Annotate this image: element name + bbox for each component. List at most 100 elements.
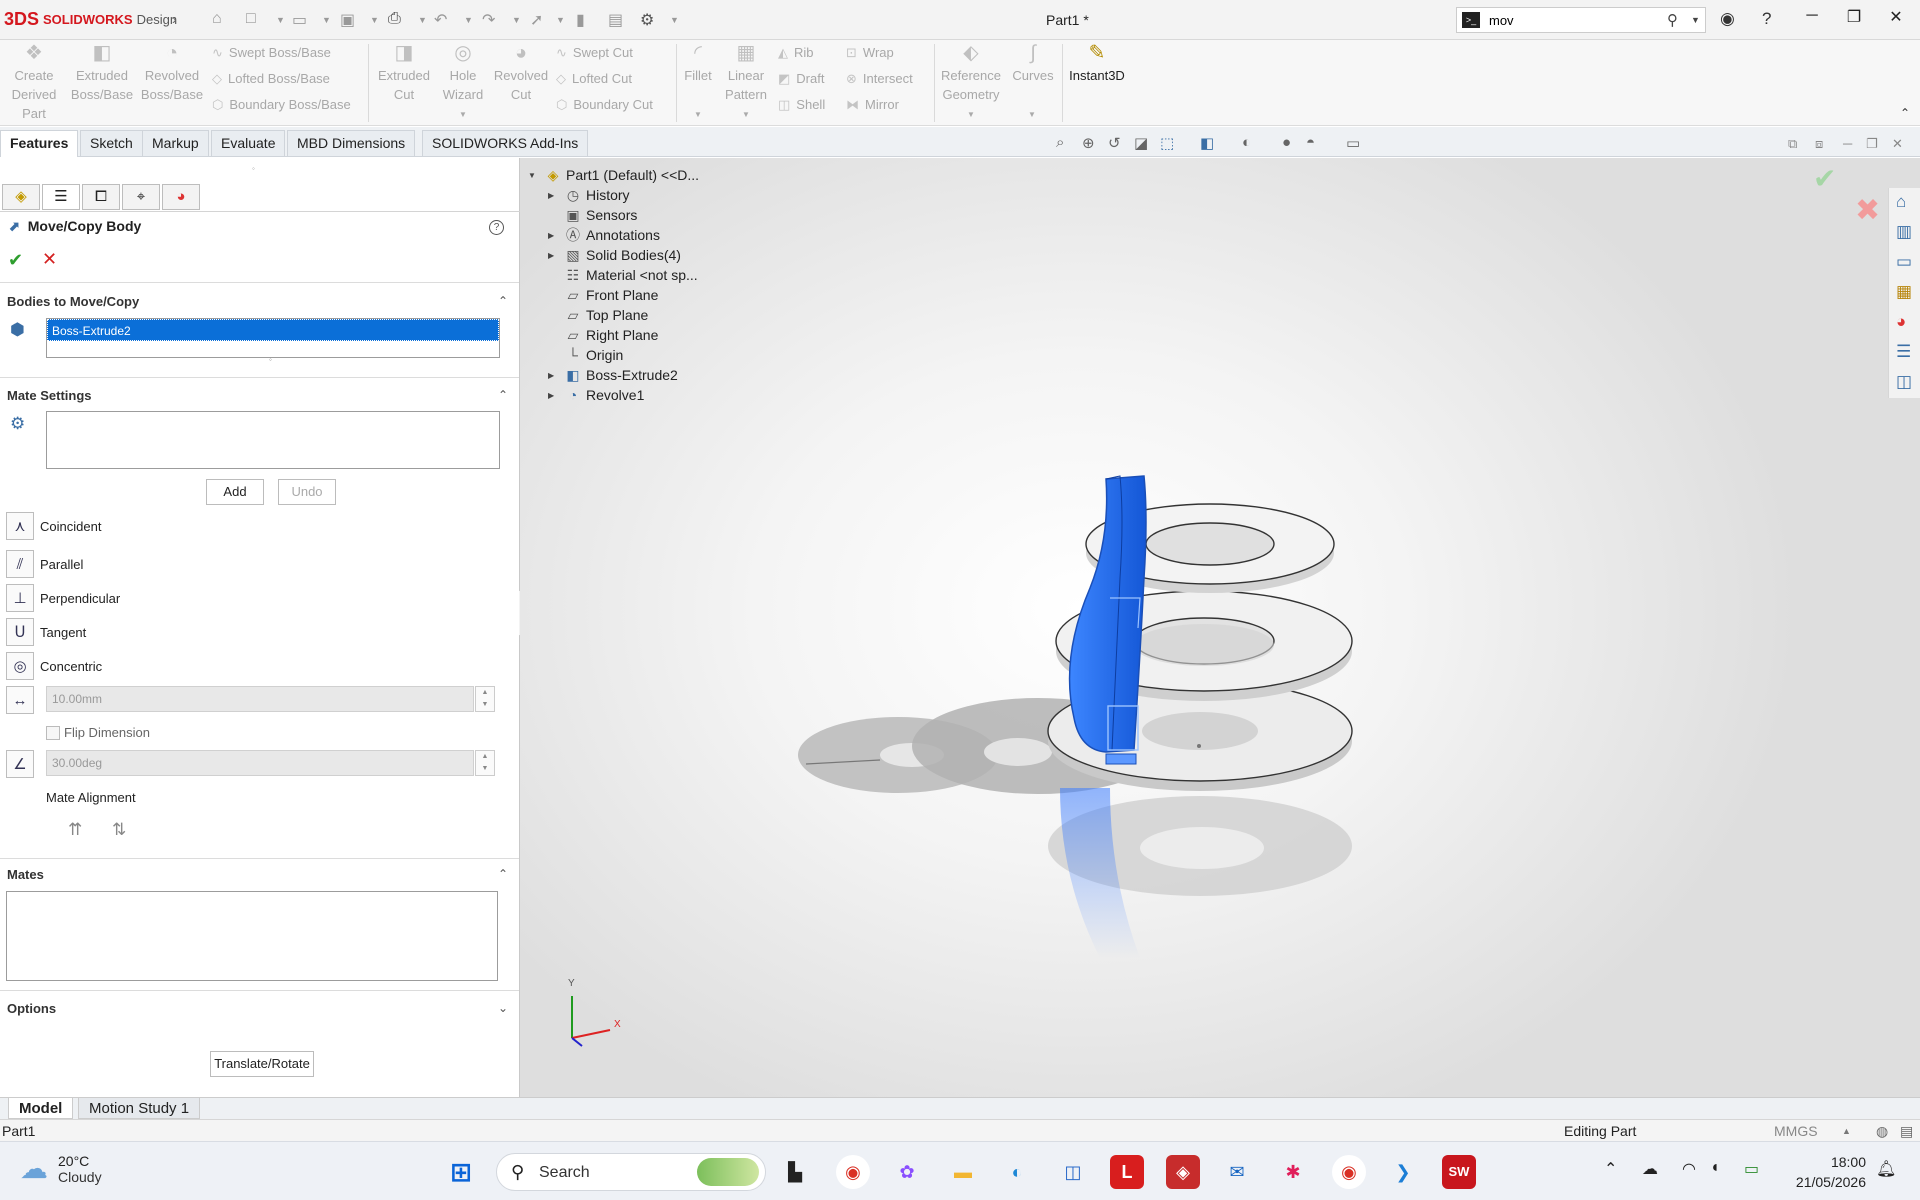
add-mate-button[interactable]: Add [206, 479, 264, 505]
mate-perpendicular[interactable]: ⊥ Perpendicular [6, 584, 120, 612]
design-library-icon[interactable]: ▥ [1896, 222, 1912, 242]
redo-icon[interactable]: ↷ [482, 10, 495, 30]
hide-show-icon[interactable]: ◐ [1242, 134, 1251, 151]
tree-node-history[interactable]: ▶ ◷ History [548, 184, 630, 206]
shell-button[interactable]: ◫ Shell [778, 97, 825, 113]
property-manager-tab-icon[interactable]: ☰ [42, 184, 80, 210]
notifications-bell-icon[interactable]: 🔔︎ [1876, 1159, 1896, 1179]
angle-spinner[interactable]: ▲ ▼ [475, 750, 495, 776]
tree-node-boss-extrude2[interactable]: ▶ ◧ Boss-Extrude2 [548, 364, 678, 386]
appearances-icon[interactable]: ◕ [1896, 312, 1906, 332]
options-expand-icon[interactable]: ⌄ [498, 1001, 508, 1015]
viewport-minimize-icon[interactable]: ─ [1843, 136, 1852, 151]
aligned-icon[interactable]: ⇈ [68, 820, 82, 840]
tree-node-top-plane[interactable]: ▱ Top Plane [548, 304, 649, 326]
list-resize-grip-icon[interactable]: ◦ [269, 355, 272, 364]
viewport-tile-icon[interactable]: ⧉ [1788, 136, 1797, 152]
wifi-icon[interactable]: ◠ [1682, 1159, 1696, 1179]
onedrive-offline-icon[interactable]: ☁ [1642, 1159, 1658, 1179]
tab-model[interactable]: Model [8, 1098, 74, 1119]
revolved-cut-button[interactable]: ◕ Revolved Cut [490, 43, 552, 104]
chrome-profile-icon[interactable]: ◉ [1332, 1155, 1366, 1189]
mates-collapse-icon[interactable]: ⌃ [498, 867, 508, 881]
status-units[interactable]: MMGS [1774, 1123, 1818, 1139]
feature-manager-tab-icon[interactable]: ◈ [2, 184, 40, 210]
mate-concentric[interactable]: ◎ Concentric [6, 652, 102, 680]
bodies-selection-box[interactable]: Boss-Extrude2 [46, 318, 500, 358]
tab-motion-study[interactable]: Motion Study 1 [78, 1098, 201, 1119]
extruded-boss-button[interactable]: ◧ Extruded Boss/Base [66, 43, 138, 104]
open-file-icon[interactable]: ▭ [292, 10, 307, 30]
new-dropdown-icon[interactable]: ▼ [276, 15, 285, 25]
reference-geometry-button[interactable]: ⬖ Reference Geometry [938, 43, 1004, 104]
solidworks-logo[interactable]: 3DS SOLIDWORKS Design [4, 9, 177, 30]
previous-view-icon[interactable]: ↺ [1108, 134, 1121, 152]
file-properties-icon[interactable]: ▤ [608, 10, 623, 30]
status-options-icon[interactable]: ▤ [1900, 1123, 1913, 1140]
rebuild-status-icon[interactable]: ◍ [1876, 1123, 1888, 1140]
options-section-title[interactable]: Options [7, 1001, 56, 1016]
select-icon[interactable]: ➚ [530, 10, 543, 30]
ok-button[interactable]: ✔ [8, 250, 23, 271]
print-dropdown-icon[interactable]: ▼ [418, 15, 427, 25]
tree-node-right-plane[interactable]: ▱ Right Plane [548, 324, 659, 346]
mate-selections-box[interactable] [46, 411, 500, 469]
search-dropdown-icon[interactable]: ▼ [1691, 15, 1700, 25]
volume-icon[interactable]: ◖ [1710, 1159, 1720, 1177]
save-icon[interactable]: ▣ [340, 10, 355, 30]
tree-node-origin[interactable]: └ Origin [548, 344, 623, 366]
anti-aligned-icon[interactable]: ⇅ [112, 820, 126, 840]
vscode-icon[interactable]: ❯ [1386, 1155, 1420, 1189]
hole-wizard-dropdown-icon[interactable]: ▼ [459, 110, 467, 119]
tree-node-front-plane[interactable]: ▱ Front Plane [548, 284, 659, 306]
store-icon[interactable]: ◫ [1056, 1155, 1090, 1189]
menu-expand-icon[interactable]: › [172, 11, 177, 27]
mates-list[interactable] [6, 891, 498, 981]
distance-spinner[interactable]: ▲ ▼ [475, 686, 495, 712]
command-search[interactable]: >_ ⚲ ▼ [1456, 7, 1706, 33]
redo-dropdown-icon[interactable]: ▼ [512, 15, 521, 25]
angle-input[interactable]: 30.00deg [46, 750, 474, 776]
mates-section-title[interactable]: Mates [7, 867, 44, 882]
boundary-cut-button[interactable]: ⬡ Boundary Cut [556, 97, 653, 113]
translate-rotate-button[interactable]: Translate/Rotate [210, 1051, 314, 1077]
print-icon[interactable]: ⎙ [388, 10, 401, 28]
pm-help-icon[interactable]: ? [489, 220, 504, 235]
mate-parallel[interactable]: ⫽ Parallel [6, 550, 83, 578]
distance-input[interactable]: 10.00mm [46, 686, 474, 712]
confirm-corner-cancel-icon[interactable]: ✖ [1855, 193, 1880, 228]
linear-pattern-button[interactable]: ▦ Linear Pattern [718, 43, 774, 104]
curves-button[interactable]: ∫ Curves [1008, 43, 1058, 85]
rib-button[interactable]: ◭ Rib [778, 45, 814, 61]
mate-coincident[interactable]: ⋏ Coincident [6, 512, 101, 540]
system-clock[interactable]: 18:00 21/05/2026 [1788, 1152, 1866, 1192]
pdf-reader-icon[interactable]: ◈ [1166, 1155, 1200, 1189]
chrome-icon[interactable]: ◉ [836, 1155, 870, 1189]
display-manager-tab-icon[interactable]: ◕ [162, 184, 200, 210]
section-view-icon[interactable]: ◪ [1134, 134, 1148, 152]
custom-properties-icon[interactable]: ☰ [1896, 342, 1911, 362]
swept-cut-button[interactable]: ∿ Swept Cut [556, 45, 633, 61]
tab-features[interactable]: Features [0, 130, 79, 157]
wrap-button[interactable]: ⊡ Wrap [846, 45, 894, 61]
intersect-button[interactable]: ⊗ Intersect [846, 71, 913, 87]
search-input[interactable] [1489, 10, 1659, 30]
taskbar-search[interactable]: ⚲ Search [496, 1153, 766, 1191]
tab-markup[interactable]: Markup [142, 130, 209, 156]
file-explorer-icon[interactable]: ▭ [1896, 252, 1912, 272]
undo-mate-button[interactable]: Undo [278, 479, 336, 505]
close-window-button[interactable]: ✕ [1876, 7, 1916, 27]
save-dropdown-icon[interactable]: ▼ [370, 15, 379, 25]
cancel-button[interactable]: ✕ [42, 249, 57, 270]
tree-node-annotations[interactable]: ▶ Ⓐ Annotations [548, 224, 660, 246]
lofted-cut-button[interactable]: ◇ Lofted Cut [556, 71, 632, 87]
search-icon[interactable]: ⚲ [1667, 11, 1678, 29]
home-icon[interactable]: ⌂ [212, 10, 222, 28]
display-style-icon[interactable]: ◧ [1200, 134, 1214, 152]
undo-dropdown-icon[interactable]: ▼ [464, 15, 473, 25]
units-dropdown-icon[interactable]: ▲ [1842, 1126, 1851, 1136]
reference-dropdown-icon[interactable]: ▼ [967, 110, 975, 119]
tree-node-sensors[interactable]: ▣ Sensors [548, 204, 637, 226]
mate-settings-section-title[interactable]: Mate Settings [7, 388, 92, 403]
minimize-button[interactable]: ─ [1792, 7, 1832, 25]
